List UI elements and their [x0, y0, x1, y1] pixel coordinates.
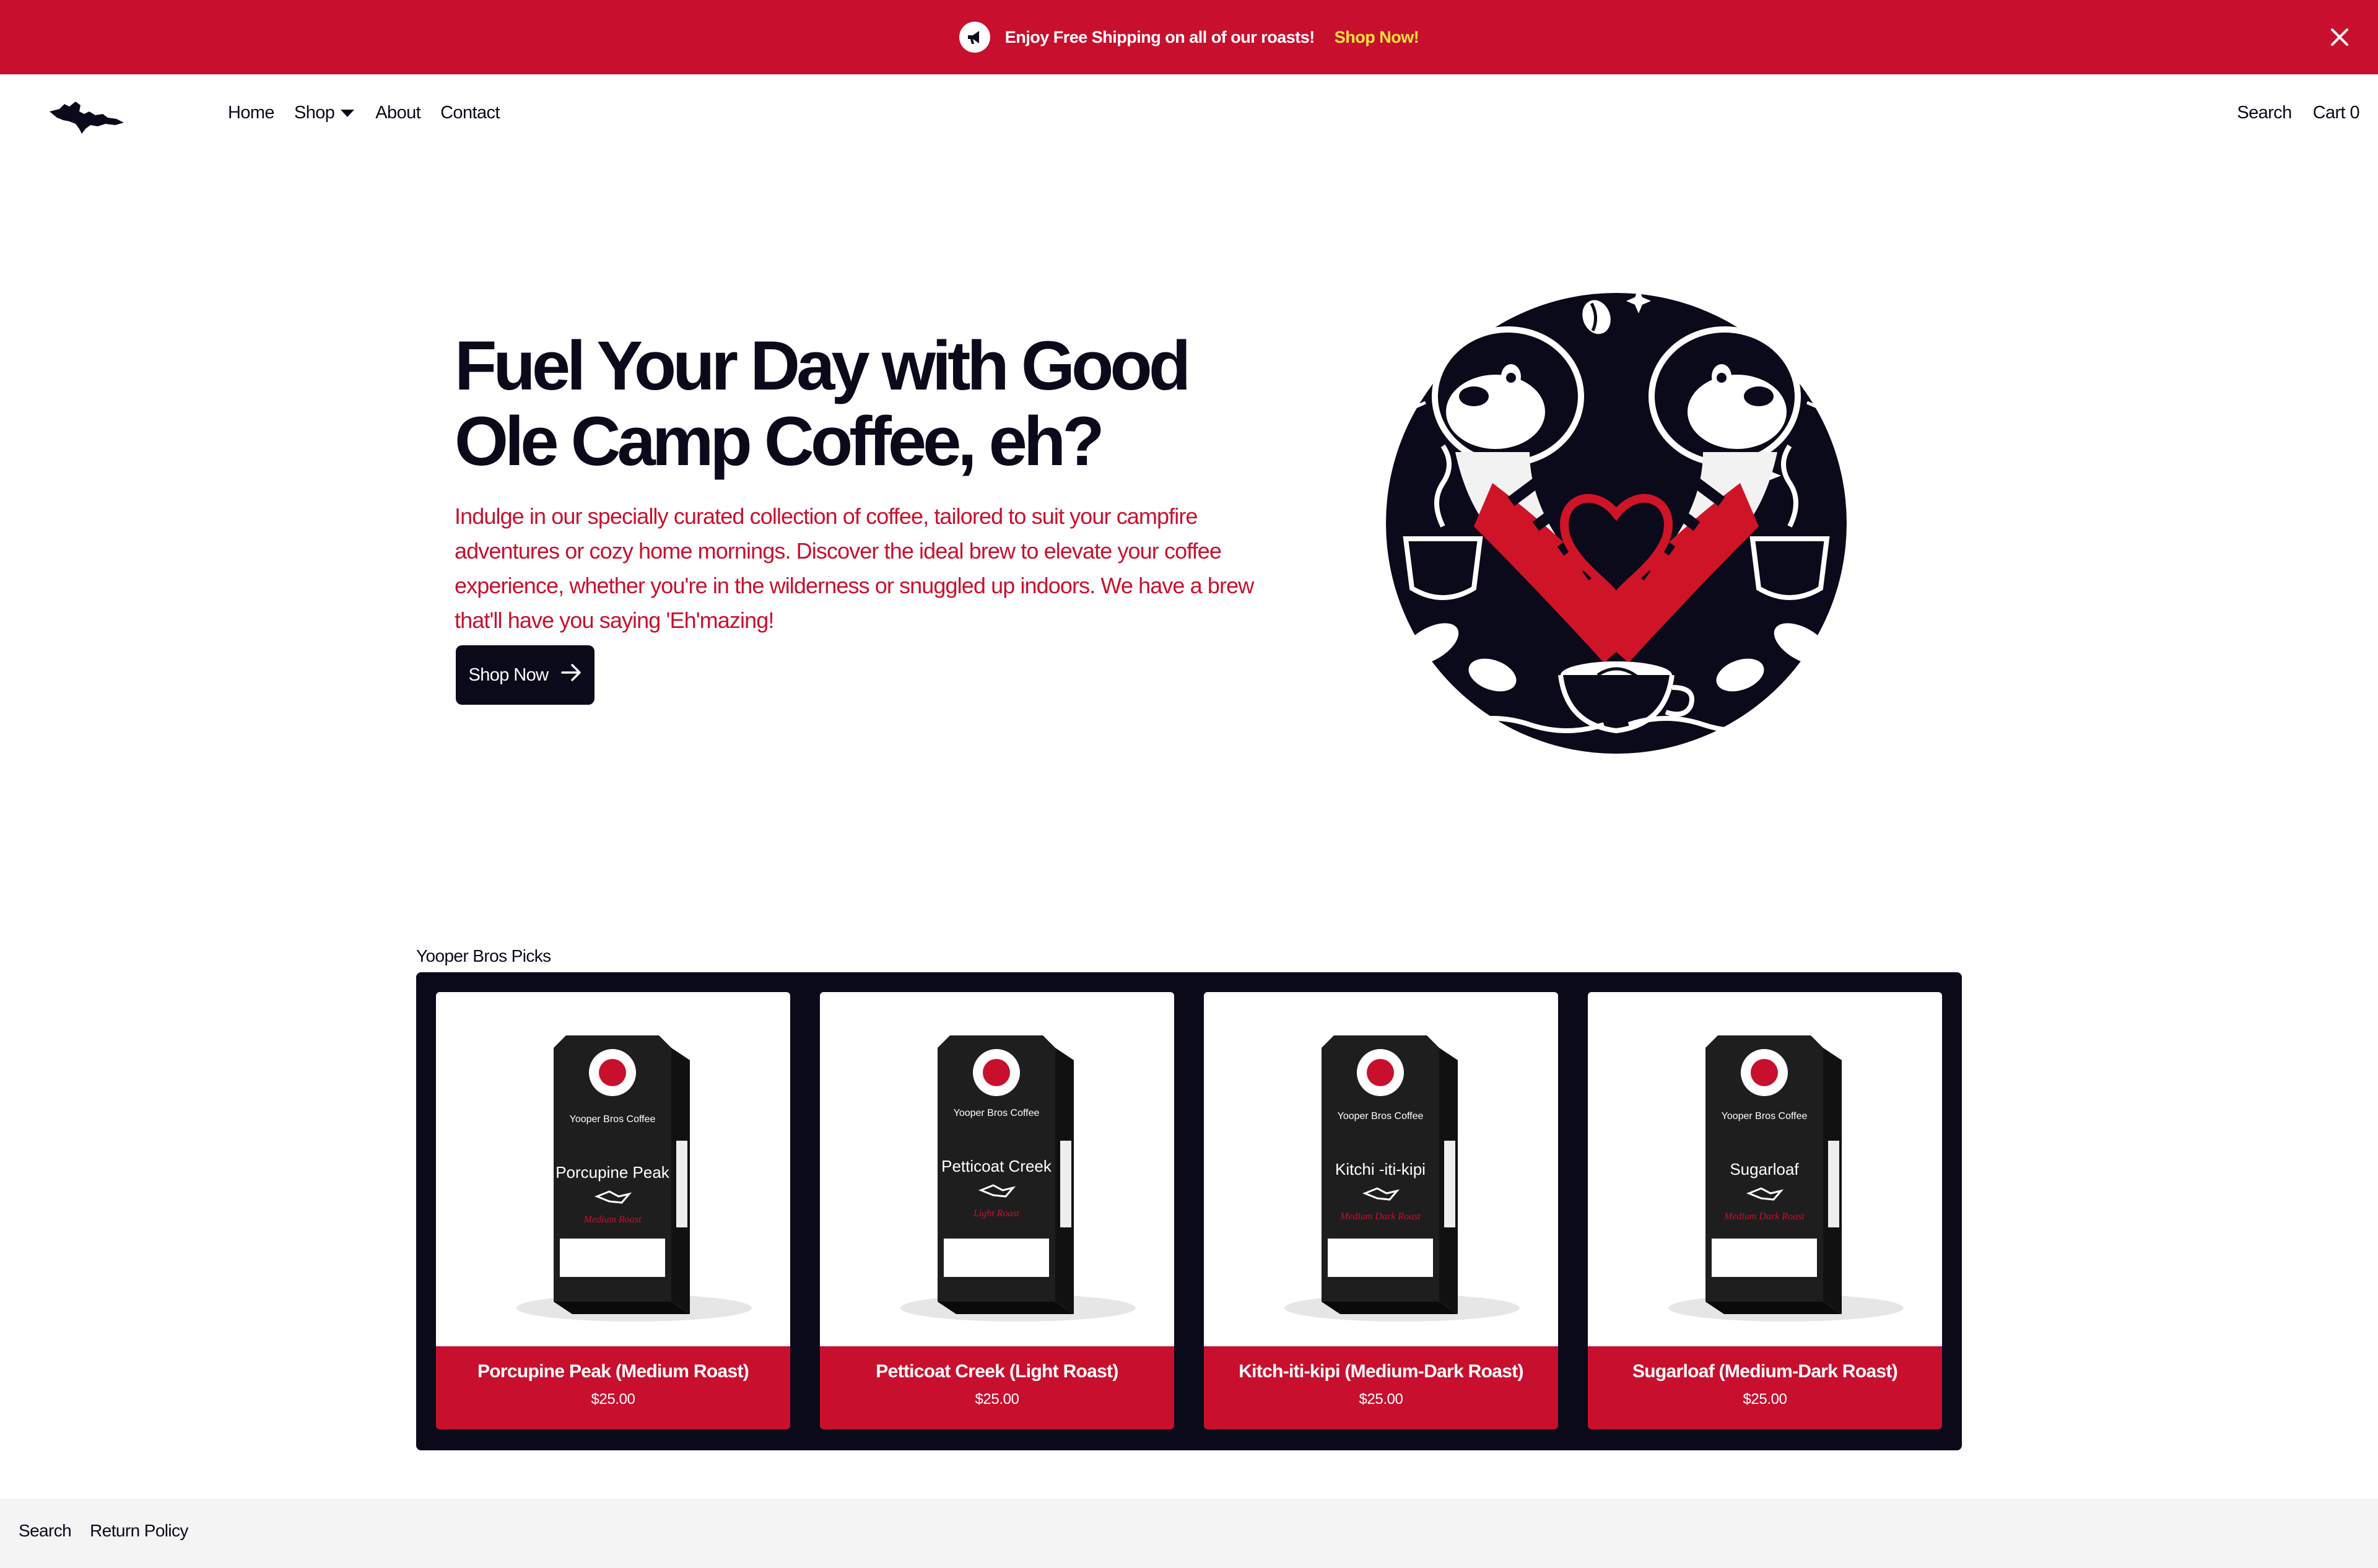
bag-name: Porcupine Peak: [555, 1163, 670, 1182]
product-price: $25.00: [591, 1391, 635, 1408]
product-info: Porcupine Peak (Medium Roast) $25.00: [436, 1346, 790, 1429]
section-title: Yooper Bros Picks: [416, 946, 551, 965]
main-nav: Home Shop About Contact: [228, 103, 520, 123]
site-footer: Search Return Policy: [0, 1499, 2378, 1568]
bag-brand: Yooper Bros Coffee: [1338, 1111, 1424, 1122]
hero-title: Fuel Your Day with Good Ole Camp Coffee,…: [455, 327, 1191, 480]
arrow-right-icon: [560, 663, 582, 687]
close-icon[interactable]: [2326, 24, 2353, 51]
announcement-bar: Enjoy Free Shipping on all of our roasts…: [0, 0, 2378, 74]
bag-roast: Medium Roast: [583, 1214, 642, 1225]
bag-name: Kitchi -iti-kipi: [1335, 1160, 1426, 1178]
bag-roast: Light Roast: [973, 1208, 1020, 1219]
announcement-content: Enjoy Free Shipping on all of our roasts…: [959, 22, 1419, 53]
footer-link-search[interactable]: Search: [19, 1521, 72, 1541]
bag-roast: Medium Dark Roast: [1339, 1211, 1421, 1222]
caret-down-icon: [339, 103, 355, 123]
product-title[interactable]: Kitch-iti-kipi (Medium-Dark Roast): [1204, 1361, 1558, 1382]
product-price: $25.00: [1359, 1391, 1403, 1408]
logo-icon[interactable]: [48, 93, 125, 137]
announcement-text: Enjoy Free Shipping on all of our roasts…: [1004, 27, 1315, 46]
megaphone-icon: [959, 22, 990, 53]
nav-item-shop-label: Shop: [294, 103, 335, 123]
search-link[interactable]: Search: [2237, 103, 2292, 123]
product-title[interactable]: Petticoat Creek (Light Roast): [820, 1361, 1174, 1382]
bag-name: Petticoat Creek: [941, 1157, 1052, 1175]
announcement-shop-link[interactable]: Shop Now!: [1335, 28, 1419, 47]
footer-link-return-policy[interactable]: Return Policy: [90, 1521, 188, 1541]
product-title[interactable]: Porcupine Peak (Medium Roast): [436, 1361, 790, 1382]
product-card[interactable]: Yooper Bros Coffee Sugarloaf Medium Dark…: [1588, 992, 1942, 1429]
otters-emblem-illustration: [1381, 279, 1852, 768]
hero-description: Indulge in our specially curated collect…: [455, 503, 1254, 633]
nav-item-home[interactable]: Home: [228, 103, 275, 123]
bag-brand: Yooper Bros Coffee: [1722, 1111, 1808, 1122]
bag-brand: Yooper Bros Coffee: [570, 1114, 656, 1125]
header-actions: Search Cart 0: [2237, 103, 2359, 123]
bag-roast: Medium Dark Roast: [1723, 1211, 1805, 1222]
product-card[interactable]: Yooper Bros Coffee Porcupine Peak Medium…: [436, 992, 790, 1429]
bag-brand: Yooper Bros Coffee: [954, 1108, 1040, 1118]
product-title[interactable]: Sugarloaf (Medium-Dark Roast): [1588, 1361, 1942, 1382]
product-image: Yooper Bros Coffee Petticoat Creek Light…: [820, 992, 1174, 1346]
product-price: $25.00: [975, 1391, 1019, 1408]
product-info: Kitch-iti-kipi (Medium-Dark Roast) $25.0…: [1204, 1346, 1558, 1429]
shop-now-button-label: Shop Now: [468, 664, 549, 685]
product-image: Yooper Bros Coffee Kitchi -iti-kipi Medi…: [1204, 992, 1558, 1346]
product-card[interactable]: Yooper Bros Coffee Petticoat Creek Light…: [820, 992, 1174, 1429]
nav-item-shop[interactable]: Shop: [294, 103, 355, 123]
product-info: Sugarloaf (Medium-Dark Roast) $25.00: [1588, 1346, 1942, 1429]
footer-links: Search Return Policy: [19, 1521, 188, 1541]
bag-name: Sugarloaf: [1730, 1160, 1799, 1178]
product-info: Petticoat Creek (Light Roast) $25.00: [820, 1346, 1174, 1429]
shop-now-button[interactable]: Shop Now: [456, 645, 594, 705]
product-card[interactable]: Yooper Bros Coffee Kitchi -iti-kipi Medi…: [1204, 992, 1558, 1429]
cart-link[interactable]: Cart 0: [2313, 103, 2360, 123]
product-image: Yooper Bros Coffee Porcupine Peak Medium…: [436, 992, 790, 1346]
nav-item-contact[interactable]: Contact: [440, 103, 500, 123]
product-image: Yooper Bros Coffee Sugarloaf Medium Dark…: [1588, 992, 1942, 1346]
product-price: $25.00: [1743, 1391, 1787, 1408]
nav-item-about[interactable]: About: [375, 103, 420, 123]
product-grid: Yooper Bros Coffee Porcupine Peak Medium…: [416, 972, 1962, 1450]
site-header: Home Shop About Contact Search Cart 0: [0, 74, 2378, 155]
